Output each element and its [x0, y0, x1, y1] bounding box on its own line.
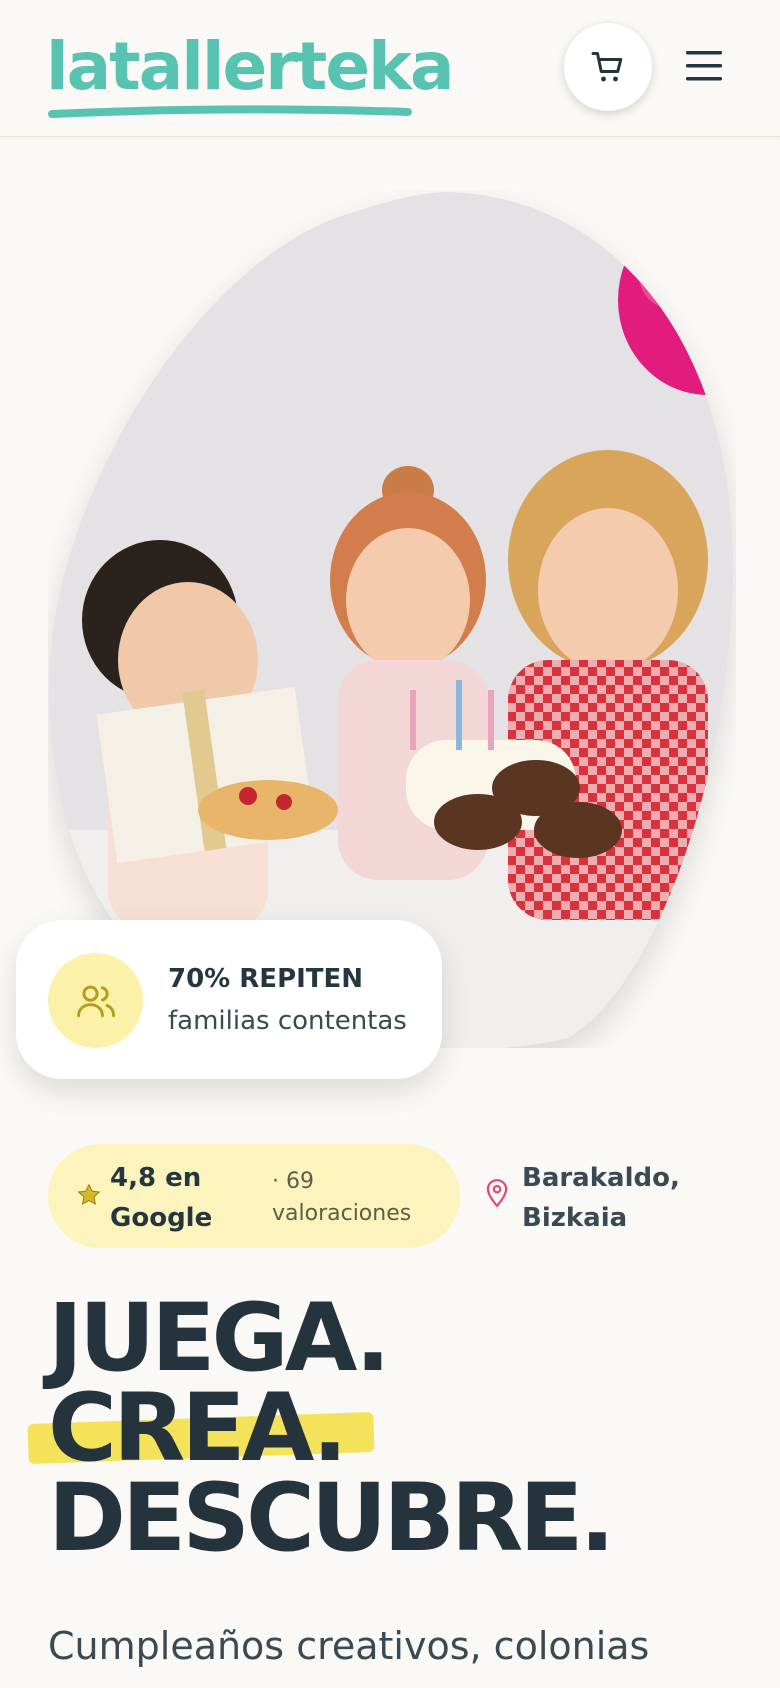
cart-icon — [591, 52, 623, 82]
star-icon — [77, 1183, 101, 1206]
logo-text: latallerteka — [46, 28, 455, 105]
rating-score: 4,8 en Google — [110, 1163, 213, 1233]
stat-subtitle: familias contentas — [168, 1006, 407, 1036]
stat-icon-circle — [48, 953, 143, 1048]
google-rating-badge[interactable]: 4,8 en Google · 69 valoraciones — [48, 1144, 460, 1248]
headline-line-3: DESCUBRE. — [48, 1464, 615, 1573]
users-icon — [76, 985, 115, 1017]
stat-title: 70% REPITEN — [168, 964, 364, 994]
hamburger-menu-icon — [686, 51, 722, 81]
map-pin-icon — [486, 1179, 508, 1208]
logo[interactable]: latallerteka — [46, 34, 455, 120]
headline-line-2: CREA. — [48, 1374, 348, 1483]
rating-count: · 69 valoraciones — [272, 1169, 412, 1226]
stat-card: 70% REPITEN familias contentas — [16, 920, 442, 1079]
menu-button[interactable] — [682, 46, 726, 86]
site-header: latallerteka — [0, 0, 780, 137]
hero-subtitle: Cumpleaños creativos, colonias — [48, 1624, 650, 1668]
location-text: Barakaldo, Bizkaia — [522, 1163, 680, 1233]
headline-line-1: JUEGA. — [48, 1284, 391, 1393]
logo-underline — [48, 105, 412, 118]
cart-button[interactable] — [564, 23, 652, 111]
